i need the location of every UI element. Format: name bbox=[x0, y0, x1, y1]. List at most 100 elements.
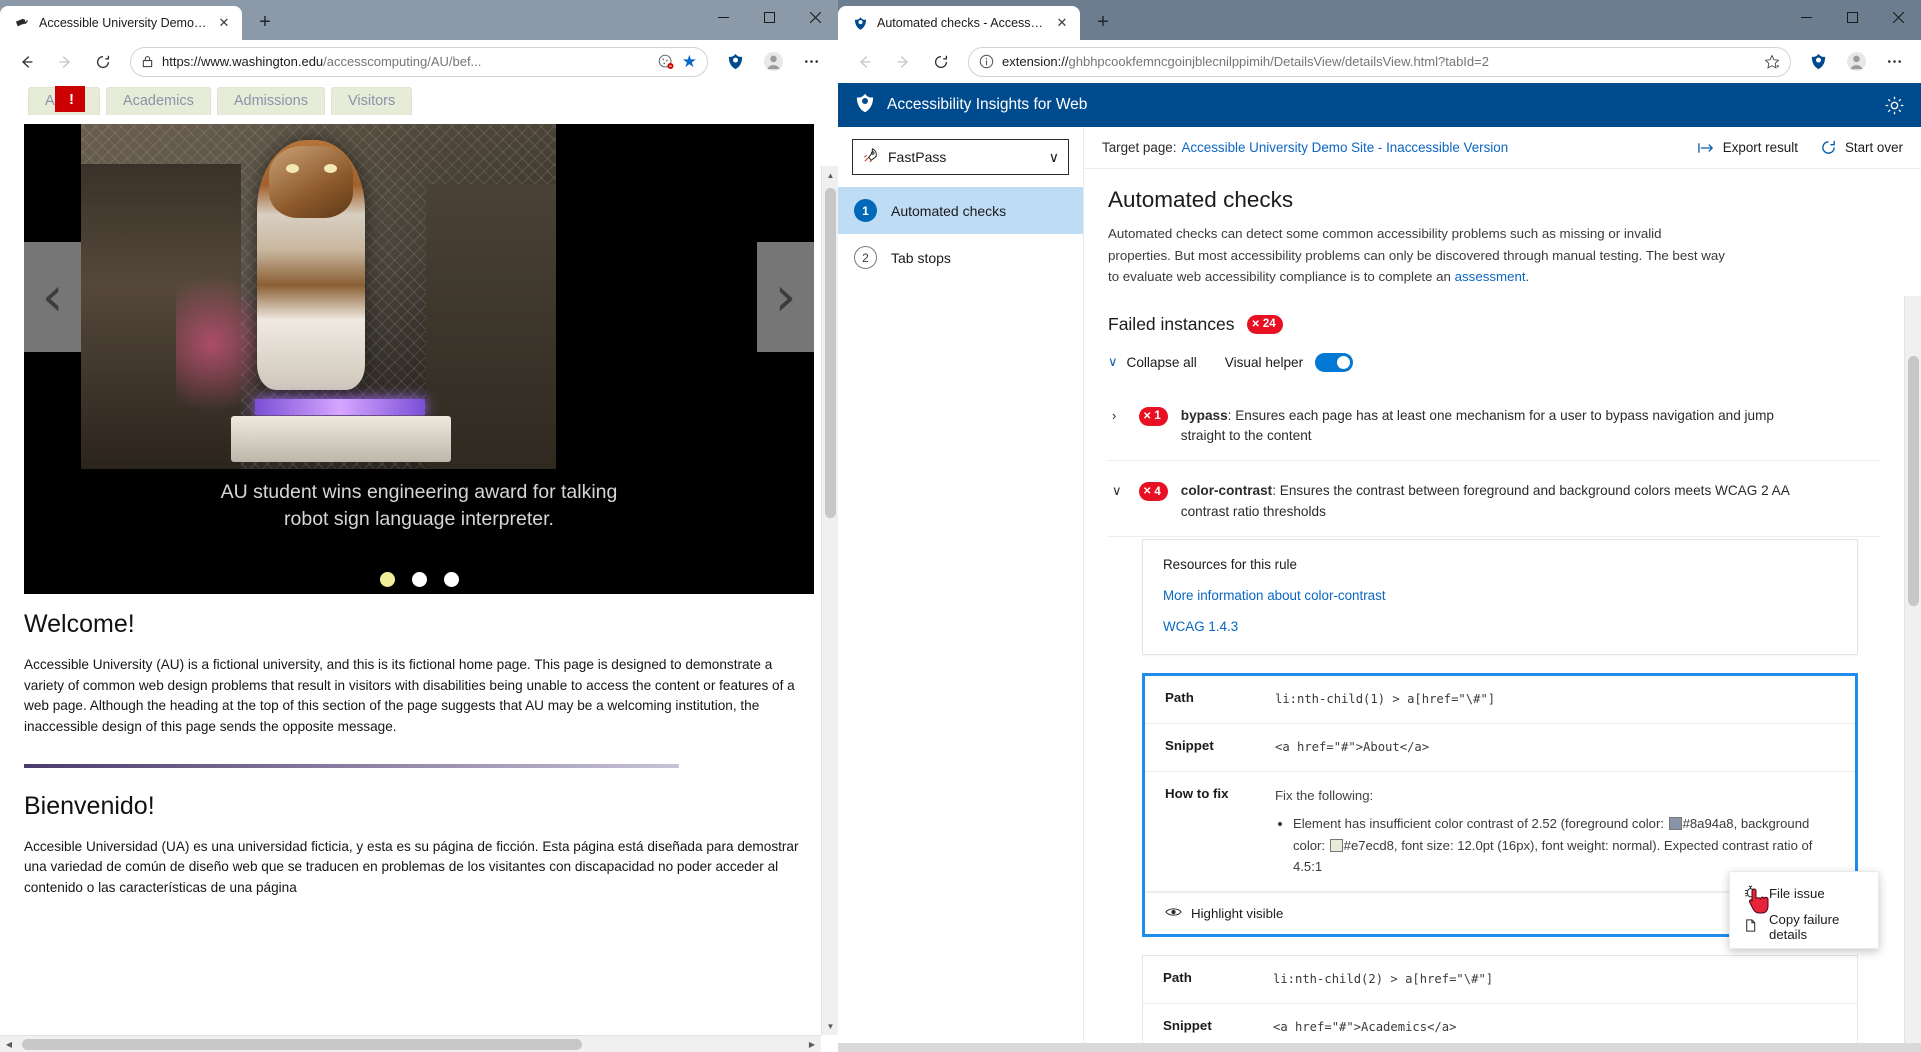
section-divider bbox=[24, 763, 679, 768]
browser-more-menu-button[interactable] bbox=[794, 45, 828, 79]
address-bar[interactable]: extension://ghbhpcookfemncgoinjblecnilpp… bbox=[968, 46, 1791, 77]
path-label: Path bbox=[1165, 690, 1194, 706]
collapse-all-button[interactable]: ∨ Collapse all bbox=[1108, 354, 1197, 370]
browser-more-menu-button[interactable] bbox=[1877, 45, 1911, 79]
welcome-paragraph: Accessible University (AU) is a fictiona… bbox=[24, 657, 795, 734]
close-icon[interactable]: ✕ bbox=[1054, 15, 1070, 31]
target-page-bar: Target page: Accessible University Demo … bbox=[1084, 127, 1921, 169]
maximize-icon[interactable] bbox=[1829, 0, 1875, 34]
resource-link-wcag[interactable]: WCAG 1.4.3 bbox=[1163, 619, 1837, 634]
carousel-next-arrow[interactable]: › bbox=[757, 242, 814, 352]
au-nav-tab-visitors[interactable]: Visitors bbox=[330, 87, 413, 115]
sidebar-item-tab-stops[interactable]: 2 Tab stops bbox=[838, 234, 1083, 281]
carousel-prev-arrow[interactable]: ‹ bbox=[24, 242, 81, 352]
fail-x-icon: ✕ bbox=[1251, 318, 1260, 330]
left-page-vertical-scrollbar[interactable]: ▲ ▼ bbox=[821, 166, 838, 1035]
context-menu-item-copy-failure-details[interactable]: Copy failure details bbox=[1730, 910, 1878, 944]
failure-instance-card-2[interactable]: Path li:nth-child(2) > a[href="\#"] Snip… bbox=[1142, 955, 1858, 1052]
au-site-nav: About Academics Admissions Visitors ! bbox=[0, 83, 838, 115]
minimize-icon[interactable] bbox=[1783, 0, 1829, 34]
visual-helper-control[interactable]: Visual helper bbox=[1225, 352, 1354, 372]
carousel-dot-3[interactable] bbox=[443, 572, 459, 587]
au-nav-tab-admissions[interactable]: Admissions bbox=[216, 87, 325, 115]
resources-title: Resources for this rule bbox=[1163, 557, 1297, 573]
scroll-right-arrow[interactable]: ▶ bbox=[803, 1036, 821, 1052]
fastpass-selector[interactable]: FastPass ∨ bbox=[852, 139, 1069, 175]
app-brand-title: Accessibility Insights for Web bbox=[887, 96, 1088, 113]
new-tab-button[interactable]: + bbox=[250, 8, 280, 38]
address-bar[interactable]: https://www.washington.edu/accesscomputi… bbox=[130, 46, 708, 77]
chevron-down-icon[interactable]: ∨ bbox=[1112, 481, 1126, 499]
bookmark-star-icon[interactable] bbox=[1764, 54, 1780, 70]
info-icon[interactable] bbox=[979, 54, 994, 69]
horizontal-scroll-thumb[interactable] bbox=[22, 1039, 582, 1050]
sidebar-item-automated-checks[interactable]: 1 Automated checks bbox=[838, 187, 1083, 234]
address-bar-url: https://www.washington.edu/accesscomputi… bbox=[162, 54, 482, 69]
scroll-up-arrow[interactable]: ▲ bbox=[822, 166, 838, 184]
export-result-label: Export result bbox=[1722, 140, 1798, 155]
main-vertical-scrollbar[interactable] bbox=[1904, 296, 1921, 1052]
scroll-left-arrow[interactable]: ◀ bbox=[0, 1036, 18, 1052]
page-description: Automated checks can detect some common … bbox=[1108, 223, 1726, 288]
browser-tab-automated-checks[interactable]: Automated checks - Accessibility ✕ bbox=[838, 6, 1080, 40]
visual-helper-toggle[interactable] bbox=[1315, 352, 1354, 372]
vertical-scroll-thumb[interactable] bbox=[1908, 356, 1919, 606]
reload-button[interactable] bbox=[924, 45, 958, 79]
browser-tab-au-demo[interactable]: Accessible University Demo Site ✕ bbox=[0, 6, 242, 40]
chevron-down-icon: ∨ bbox=[1048, 148, 1059, 165]
background-color-swatch bbox=[1329, 838, 1343, 852]
reload-button[interactable] bbox=[86, 45, 120, 79]
close-icon[interactable]: ✕ bbox=[216, 15, 232, 31]
au-nav-tab-academics[interactable]: Academics bbox=[105, 87, 211, 115]
assessment-link[interactable]: assessment bbox=[1455, 269, 1526, 284]
back-button[interactable] bbox=[10, 45, 44, 79]
left-tab-title: Accessible University Demo Site bbox=[39, 16, 207, 30]
failure-marker-badge[interactable]: ! bbox=[55, 86, 85, 112]
rule-text: color-contrast: Ensures the contrast bet… bbox=[1181, 481, 1816, 522]
chevron-right-icon[interactable]: › bbox=[1112, 406, 1126, 423]
accessibility-insights-logo bbox=[854, 92, 876, 119]
profile-avatar-icon[interactable] bbox=[756, 45, 790, 79]
hero-photo-robot-eye-left bbox=[286, 164, 299, 173]
fastpass-selector-label: FastPass bbox=[888, 149, 947, 165]
minimize-icon[interactable] bbox=[700, 0, 746, 34]
vertical-scroll-thumb[interactable] bbox=[825, 188, 836, 518]
foreground-color-value: #8a94a8 bbox=[1682, 816, 1734, 832]
close-icon[interactable] bbox=[1875, 0, 1921, 34]
maximize-icon[interactable] bbox=[746, 0, 792, 34]
right-window-controls bbox=[1783, 0, 1921, 40]
description-text: Automated checks can detect some common … bbox=[1108, 226, 1725, 285]
carousel-dot-1[interactable] bbox=[379, 572, 395, 587]
highlight-visible-toggle[interactable]: Highlight visible bbox=[1165, 906, 1283, 921]
target-page-link[interactable]: Accessible University Demo Site - Inacce… bbox=[1181, 140, 1508, 155]
howtofix-list-item: Element has insufficient color contrast … bbox=[1293, 813, 1835, 877]
left-navigation-bar: https://www.washington.edu/accesscomputi… bbox=[0, 40, 838, 83]
snippet-value: <a href="#">About</a> bbox=[1275, 740, 1430, 755]
left-page-horizontal-scrollbar[interactable]: ◀ ▶ bbox=[0, 1035, 821, 1052]
close-icon[interactable] bbox=[792, 0, 838, 34]
au-page-body: Welcome! Accessible University (AU) is a… bbox=[0, 594, 838, 899]
scroll-down-arrow[interactable]: ▼ bbox=[822, 1017, 838, 1035]
new-tab-button[interactable]: + bbox=[1088, 8, 1118, 38]
rocket-icon bbox=[862, 147, 879, 167]
path-label: Path bbox=[1163, 970, 1192, 986]
bookmark-star-icon[interactable]: ★ bbox=[682, 53, 697, 70]
path-value: li:nth-child(2) > a[href="\#"] bbox=[1273, 972, 1494, 987]
cookie-blocked-icon[interactable] bbox=[658, 54, 674, 70]
rule-name: color-contrast bbox=[1180, 483, 1273, 499]
rule-row-bypass[interactable]: › ✕ 1 bypass: Ensures each page has at l… bbox=[1108, 386, 1880, 462]
carousel-dot-2[interactable] bbox=[411, 572, 427, 587]
start-over-button[interactable]: Start over bbox=[1820, 139, 1903, 156]
profile-avatar-icon[interactable] bbox=[1839, 45, 1873, 79]
extension-shield-icon[interactable] bbox=[718, 45, 752, 79]
resource-link-more-info[interactable]: More information about color-contrast bbox=[1163, 588, 1837, 603]
sidebar-item-label: Tab stops bbox=[891, 249, 951, 266]
instance-snippet-row: Snippet <a href="#">About</a> bbox=[1145, 724, 1855, 772]
export-result-button[interactable]: Export result bbox=[1698, 140, 1798, 155]
gear-icon[interactable] bbox=[1884, 95, 1905, 116]
rule-row-color-contrast[interactable]: ∨ ✕ 4 color-contrast: Ensures the contra… bbox=[1108, 461, 1880, 538]
address-bar-url: extension://ghbhpcookfemncgoinjblecnilpp… bbox=[1002, 54, 1489, 69]
extension-shield-icon[interactable] bbox=[1801, 45, 1835, 79]
rule-name: bypass bbox=[1180, 407, 1228, 423]
rule-fail-count: 4 bbox=[1154, 485, 1161, 498]
